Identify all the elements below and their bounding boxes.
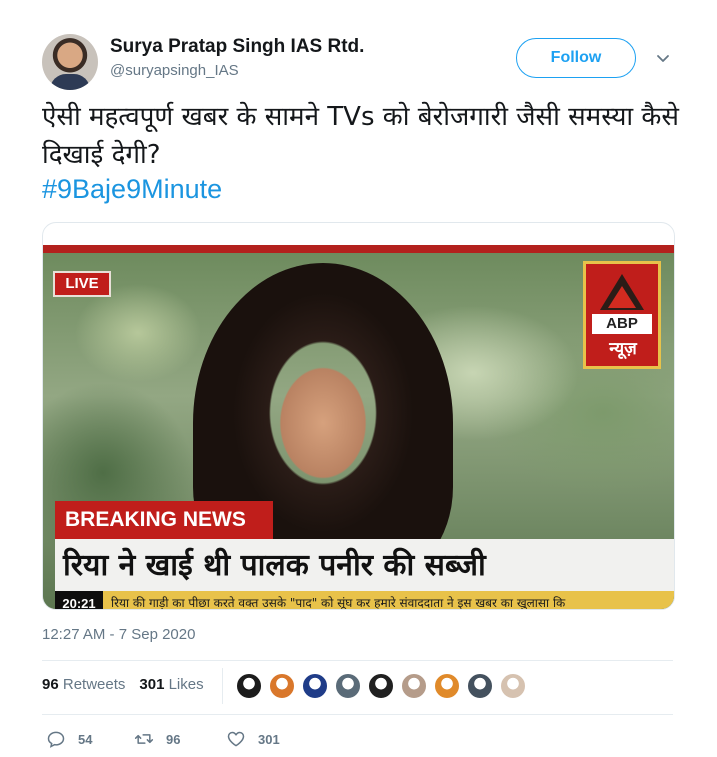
retweet-button[interactable]: 96: [134, 729, 180, 749]
liker-avatar[interactable]: [236, 673, 262, 699]
avatar-shirt: [50, 74, 90, 90]
retweets-count[interactable]: 96: [42, 676, 59, 693]
liker-avatar[interactable]: [368, 673, 394, 699]
reply-count: 54: [78, 731, 93, 747]
likes-label[interactable]: Likes: [169, 676, 204, 693]
liker-avatar[interactable]: [434, 673, 460, 699]
news-ticker: 20:21 रिया की गाड़ी का पीछा करते वक्त उस…: [55, 591, 674, 610]
liker-avatar[interactable]: [467, 673, 493, 699]
author-avatar[interactable]: [42, 34, 98, 90]
ticker-time: 20:21: [55, 591, 103, 609]
logo-triangle-inner: [608, 286, 636, 308]
logo-hindi-text: न्यूज़: [609, 339, 637, 359]
tweet-media[interactable]: LIVE ABP न्यूज़ BREAKING NEWS रिया ने खा…: [42, 222, 675, 610]
logo-text: ABP: [592, 314, 652, 334]
channel-logo: ABP न्यूज़: [583, 261, 661, 369]
news-headline: रिया ने खाई थी पालक पनीर की सब्जी: [63, 548, 486, 583]
heart-icon: [227, 731, 245, 747]
ticker-text: रिया की गाड़ी का पीछा करते वक्त उसके "पा…: [111, 596, 566, 610]
retweet-count: 96: [166, 731, 181, 747]
hashtag-link[interactable]: #9Baje9Minute: [42, 174, 222, 205]
liker-avatar[interactable]: [335, 673, 361, 699]
stats-separator: [222, 668, 223, 704]
chevron-down-icon[interactable]: [655, 50, 671, 66]
tweet-timestamp[interactable]: 12:27 AM - 7 Sep 2020: [42, 626, 195, 643]
liker-avatar[interactable]: [500, 673, 526, 699]
author-display-name[interactable]: Surya Pratap Singh IAS Rtd.: [110, 36, 364, 58]
divider: [42, 714, 673, 715]
retweets-label[interactable]: Retweets: [63, 676, 126, 693]
like-count: 301: [258, 731, 280, 747]
reply-button[interactable]: 54: [46, 729, 92, 749]
tweet-stats: 96 Retweets 301 Likes: [42, 676, 204, 693]
likes-count[interactable]: 301: [139, 676, 164, 693]
retweet-icon: [134, 734, 154, 744]
breaking-news-label: BREAKING NEWS: [55, 501, 273, 539]
tweet-text: ऐसी महत्वपूर्ण खबर के सामने TVs को बेरोज…: [42, 102, 679, 170]
news-screenshot: LIVE ABP न्यूज़ BREAKING NEWS रिया ने खा…: [43, 253, 674, 610]
divider: [42, 660, 673, 661]
reply-icon: [47, 731, 65, 748]
like-button[interactable]: 301: [226, 729, 280, 749]
author-handle[interactable]: @suryapsingh_IAS: [110, 62, 239, 79]
follow-button[interactable]: Follow: [516, 38, 636, 78]
live-badge: LIVE: [53, 271, 111, 297]
liker-avatar[interactable]: [302, 673, 328, 699]
liker-avatar[interactable]: [401, 673, 427, 699]
liker-avatar[interactable]: [269, 673, 295, 699]
